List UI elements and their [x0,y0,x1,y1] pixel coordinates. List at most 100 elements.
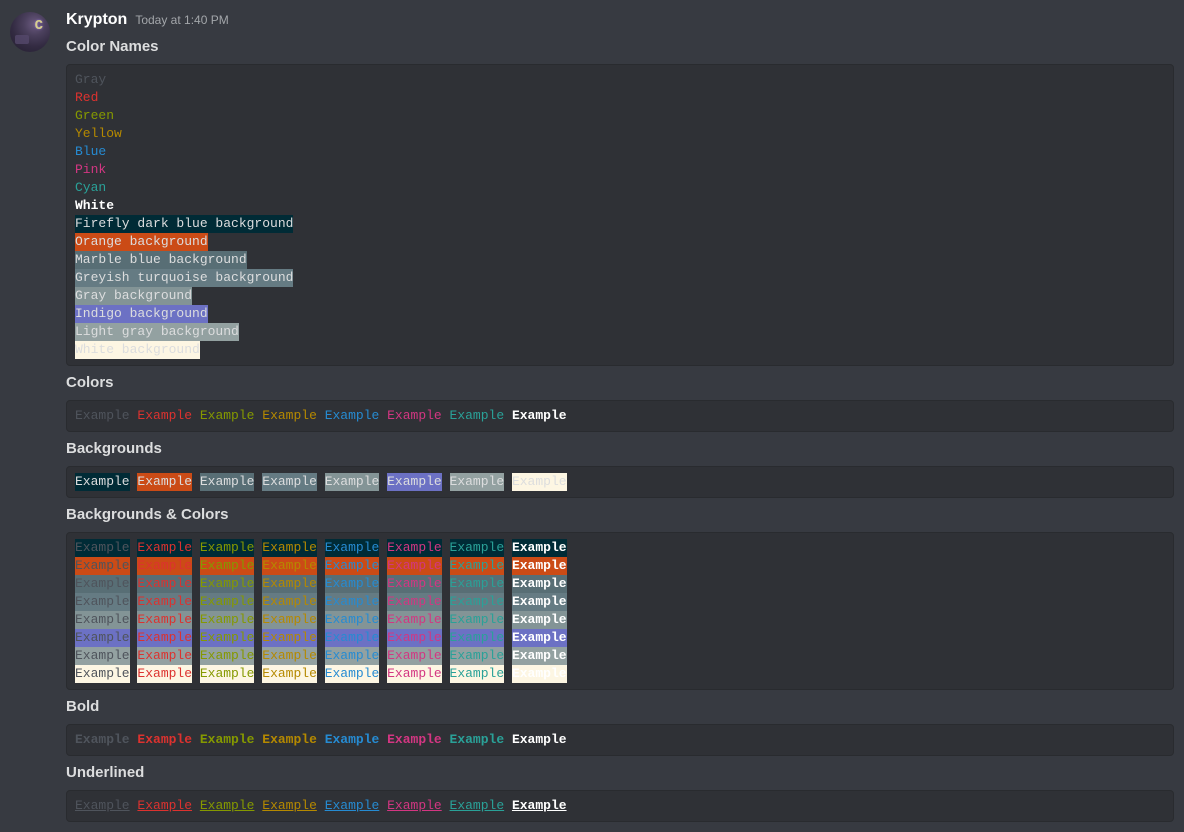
ansi-sample: Example [450,407,505,425]
ansi-color-name: Pink [75,161,106,179]
ansi-sample: Example [200,539,255,557]
ansi-sample: Example [325,539,380,557]
ansi-sample: Example [262,575,317,593]
ansi-sample: Example [512,539,567,557]
ansi-sample: Example [137,731,192,749]
ansi-color-name: Blue [75,143,106,161]
ansi-sample: Example [387,797,442,815]
ansi-sample: Example [75,557,130,575]
ansi-background-name: White background [75,341,200,359]
ansi-sample: Example [450,731,505,749]
ansi-sample: Example [200,473,255,491]
codeblock-underlined: Example Example Example Example Example … [66,790,1174,822]
ansi-sample: Example [200,407,255,425]
ansi-sample: Example [75,647,130,665]
ansi-sample: Example [262,407,317,425]
ansi-sample: Example [75,665,130,683]
ansi-sample: Example [325,797,380,815]
ansi-sample: Example [387,593,442,611]
ansi-sample: Example [450,473,505,491]
ansi-color-name: Green [75,107,114,125]
section-title-color-names: Color Names [66,38,1174,56]
ansi-sample: Example [137,473,192,491]
ansi-sample: Example [200,629,255,647]
ansi-sample: Example [450,575,505,593]
ansi-sample: Example [262,797,317,815]
ansi-color-name: Cyan [75,179,106,197]
ansi-sample: Example [75,539,130,557]
ansi-sample: Example [512,575,567,593]
ansi-sample: Example [200,731,255,749]
ansi-sample: Example [137,665,192,683]
ansi-sample: Example [387,473,442,491]
ansi-sample: Example [325,575,380,593]
ansi-sample: Example [387,407,442,425]
ansi-sample: Example [200,647,255,665]
section-title-backgrounds-colors: Backgrounds & Colors [66,506,1174,524]
ansi-sample: Example [325,665,380,683]
ansi-sample: Example [450,797,505,815]
ansi-background-name: Orange background [75,233,208,251]
username[interactable]: Krypton [66,10,127,30]
ansi-sample: Example [450,593,505,611]
ansi-sample: Example [325,731,380,749]
ansi-sample: Example [512,797,567,815]
ansi-sample: Example [450,557,505,575]
ansi-sample: Example [512,611,567,629]
ansi-sample: Example [200,575,255,593]
ansi-sample: Example [200,797,255,815]
timestamp: Today at 1:40 PM [135,10,228,30]
ansi-sample: Example [262,611,317,629]
section-title-colors: Colors [66,374,1174,392]
ansi-sample: Example [75,575,130,593]
codeblock-bold: Example Example Example Example Example … [66,724,1174,756]
message-content: Krypton Today at 1:40 PM Color Names Gra… [66,10,1174,822]
ansi-sample: Example [450,629,505,647]
ansi-sample: Example [512,731,567,749]
ansi-sample: Example [512,647,567,665]
ansi-sample: Example [75,473,130,491]
ansi-sample: Example [325,611,380,629]
ansi-sample: Example [75,797,130,815]
ansi-sample: Example [450,539,505,557]
ansi-background-name: Marble blue background [75,251,247,269]
ansi-sample: Example [262,647,317,665]
ansi-sample: Example [200,557,255,575]
ansi-sample: Example [387,557,442,575]
ansi-sample: Example [325,593,380,611]
ansi-sample: Example [387,665,442,683]
ansi-sample: Example [137,575,192,593]
ansi-sample: Example [325,647,380,665]
ansi-sample: Example [200,665,255,683]
ansi-sample: Example [262,473,317,491]
ansi-sample: Example [450,647,505,665]
ansi-sample: Example [137,629,192,647]
ansi-sample: Example [200,611,255,629]
codeblock-backgrounds: Example Example Example Example Example … [66,466,1174,498]
ansi-sample: Example [262,593,317,611]
ansi-sample: Example [387,539,442,557]
section-title-bold: Bold [66,698,1174,716]
avatar[interactable]: C [10,12,50,52]
message-byline: Krypton Today at 1:40 PM [66,10,1174,30]
ansi-sample: Example [450,665,505,683]
ansi-sample: Example [262,539,317,557]
ansi-background-name: Light gray background [75,323,239,341]
ansi-sample: Example [75,629,130,647]
ansi-sample: Example [512,665,567,683]
ansi-sample: Example [75,731,130,749]
ansi-background-name: Greyish turquoise background [75,269,293,287]
ansi-sample: Example [262,557,317,575]
ansi-sample: Example [512,407,567,425]
ansi-sample: Example [512,473,567,491]
ansi-sample: Example [387,575,442,593]
ansi-sample: Example [262,665,317,683]
ansi-sample: Example [75,407,130,425]
ansi-sample: Example [387,731,442,749]
avatar-art-glyph: C [35,18,43,34]
ansi-sample: Example [325,629,380,647]
ansi-sample: Example [137,407,192,425]
ansi-color-name: White [75,197,114,215]
ansi-sample: Example [262,731,317,749]
ansi-background-name: Firefly dark blue background [75,215,293,233]
